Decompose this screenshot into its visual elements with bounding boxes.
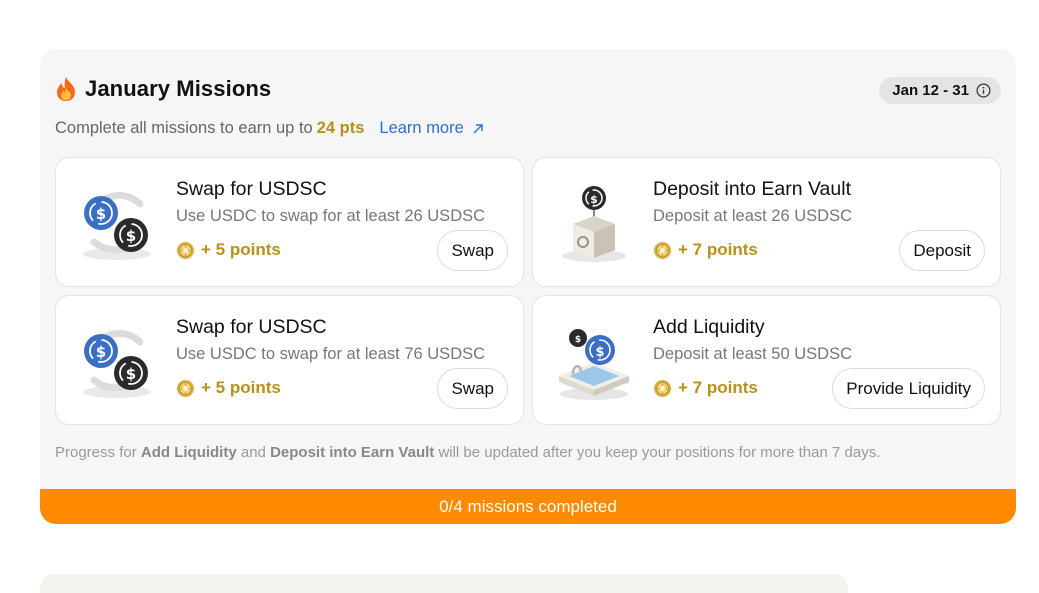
missions-panel: January Missions Jan 12 - 31 Complete al… — [40, 49, 1016, 524]
points-coin-icon — [176, 241, 195, 260]
provide-liquidity-button[interactable]: Provide Liquidity — [832, 368, 985, 409]
footnote-item-deposit-vault: Deposit into Earn Vault — [270, 444, 435, 461]
total-points: 24 pts — [316, 119, 365, 137]
mission-description: Deposit at least 50 USDSC — [653, 345, 853, 363]
footnote-item-add-liquidity: Add Liquidity — [140, 444, 237, 461]
mission-description: Deposit at least 26 USDSC — [653, 207, 853, 225]
missions-header: January Missions — [55, 76, 271, 102]
external-arrow-icon — [473, 123, 483, 133]
mission-description: Use USDC to swap for at least 26 USDSC — [176, 207, 486, 225]
mission-title: Swap for USDSC — [176, 178, 327, 200]
swap-button[interactable]: Swap — [437, 230, 508, 271]
mission-points: + 5 points — [176, 240, 281, 260]
date-range-badge: Jan 12 - 31 — [879, 77, 1001, 104]
mission-card: Add Liquidity Deposit at least 50 USDSC … — [532, 295, 1001, 425]
deposit-button[interactable]: Deposit — [899, 230, 985, 271]
mission-title: Add Liquidity — [653, 316, 765, 338]
next-section-panel — [40, 574, 848, 593]
mission-points-label: + 7 points — [678, 240, 758, 259]
swap-button[interactable]: Swap — [437, 368, 508, 409]
mission-points: + 5 points — [176, 378, 281, 398]
mission-title: Deposit into Earn Vault — [653, 178, 851, 200]
info-icon[interactable] — [976, 83, 991, 98]
points-coin-icon — [653, 241, 672, 260]
mission-card: Swap for USDSC Use USDC to swap for at l… — [55, 295, 524, 425]
mission-description: Use USDC to swap for at least 76 USDSC — [176, 345, 486, 363]
mission-title: Swap for USDSC — [176, 316, 327, 338]
mission-points-label: + 7 points — [678, 378, 758, 397]
flame-icon — [57, 77, 75, 101]
mission-card: Deposit into Earn Vault Deposit at least… — [532, 157, 1001, 287]
mission-card: Swap for USDSC Use USDC to swap for at l… — [55, 157, 524, 287]
progress-label: 0/4 missions completed — [439, 496, 617, 516]
subtitle-text: Complete all missions to earn up to — [55, 119, 313, 137]
mission-points-label: + 5 points — [201, 378, 281, 397]
progress-footnote: Progress for Add Liquidity and Deposit i… — [55, 444, 880, 461]
learn-more-label: Learn more — [379, 119, 464, 137]
missions-subtitle: Complete all missions to earn up to 24 p… — [55, 119, 484, 138]
swap-usdc-usdsc-icon — [74, 180, 160, 266]
learn-more-link[interactable]: Learn more — [379, 119, 483, 138]
footnote-prefix: Progress for — [55, 444, 137, 461]
liquidity-pool-icon — [551, 318, 637, 404]
mission-points: + 7 points — [653, 240, 758, 260]
mission-points: + 7 points — [653, 378, 758, 398]
points-coin-icon — [176, 379, 195, 398]
missions-progress-bar: 0/4 missions completed — [40, 489, 1016, 524]
footnote-and: and — [240, 444, 266, 461]
page-title: January Missions — [85, 76, 272, 101]
footnote-suffix: will be updated after you keep your posi… — [438, 444, 881, 461]
mission-points-label: + 5 points — [201, 240, 281, 259]
date-range-label: Jan 12 - 31 — [892, 82, 969, 99]
points-coin-icon — [653, 379, 672, 398]
swap-usdc-usdsc-icon — [74, 318, 160, 404]
vault-icon — [551, 180, 637, 266]
